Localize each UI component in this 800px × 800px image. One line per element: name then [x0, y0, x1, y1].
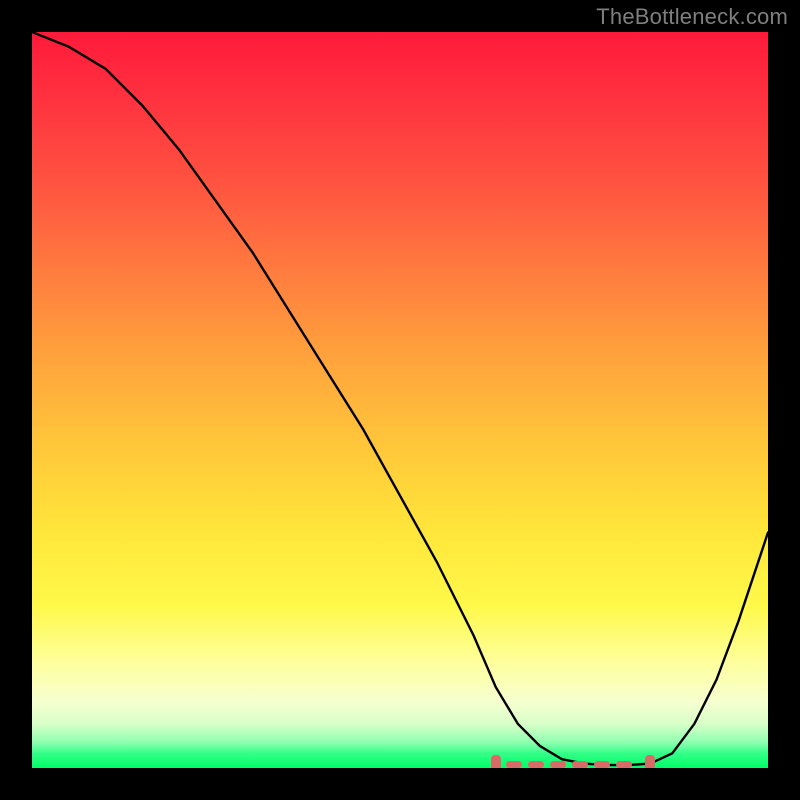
- plot-area: [32, 32, 768, 768]
- chart-frame: TheBottleneck.com: [0, 0, 800, 800]
- watermark-text: TheBottleneck.com: [596, 4, 788, 30]
- curve-path: [32, 32, 768, 765]
- bottleneck-curve: [32, 32, 768, 768]
